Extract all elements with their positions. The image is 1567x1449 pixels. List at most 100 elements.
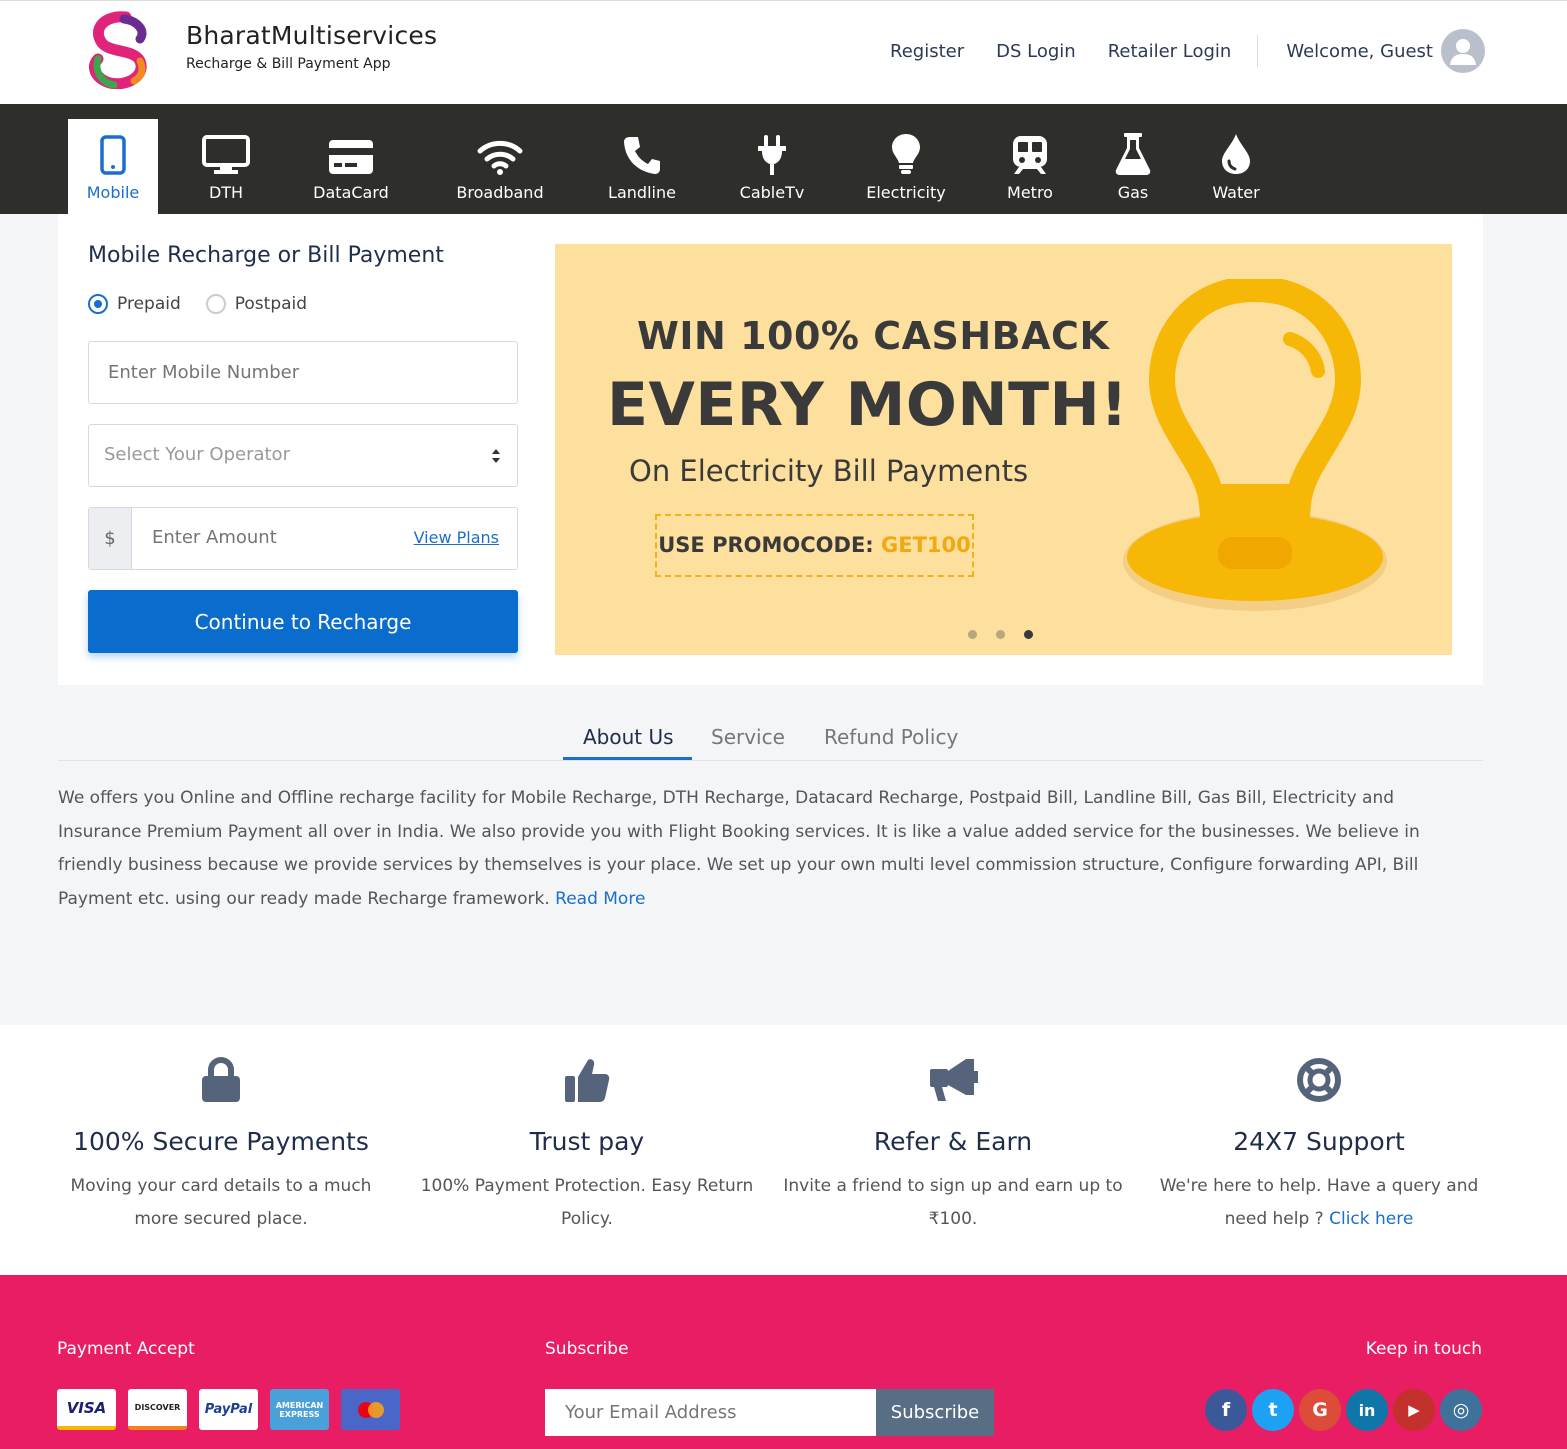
service-label: DTH — [208, 183, 244, 202]
subscribe-form: Subscribe — [545, 1389, 994, 1436]
site-footer: Payment Accept VISA DISCOVER PayPal AMER… — [0, 1275, 1567, 1449]
email-input[interactable] — [545, 1389, 876, 1436]
brand-tagline: Recharge & Bill Payment App — [186, 56, 391, 72]
tab-service[interactable]: Service — [711, 725, 785, 749]
view-plans-link[interactable]: View Plans — [414, 528, 499, 547]
features-section: 100% Secure Payments Moving your card de… — [0, 1025, 1567, 1275]
support-click-here-link[interactable]: Click here — [1329, 1209, 1413, 1229]
banner-caption: On Electricity Bill Payments — [629, 454, 1029, 488]
carousel-dot[interactable] — [968, 630, 977, 639]
site-header: BharatMultiservices Recharge & Bill Paym… — [0, 0, 1567, 104]
service-tab-mobile[interactable]: Mobile — [68, 119, 158, 214]
feature-title: Refer & Earn — [873, 1127, 1033, 1156]
carousel-dot[interactable] — [996, 630, 1005, 639]
payment-cards: VISA DISCOVER PayPal AMERICAN EXPRESS — [57, 1389, 412, 1430]
operator-select[interactable]: Select Your Operator — [88, 424, 518, 487]
discover-card-icon: DISCOVER — [128, 1389, 187, 1430]
mastercard-icon — [341, 1389, 400, 1430]
feature-title: 100% Secure Payments — [73, 1127, 369, 1156]
service-label: Water — [1212, 183, 1260, 202]
service-tab-electricity[interactable]: Electricity — [860, 119, 952, 214]
service-label: Landline — [608, 183, 676, 202]
service-tab-broadband[interactable]: Broadband — [447, 119, 553, 214]
service-label: Electricity — [866, 183, 946, 202]
google-icon[interactable]: G — [1299, 1389, 1341, 1431]
tab-refund-policy[interactable]: Refund Policy — [824, 725, 958, 749]
twitter-icon[interactable]: t — [1252, 1389, 1294, 1431]
feature-text: Invite a friend to sign up and earn up t… — [783, 1176, 1123, 1229]
paypal-card-icon: PayPal — [199, 1389, 258, 1430]
top-nav: Register DS Login Retailer Login Welcome… — [858, 29, 1485, 73]
form-title: Mobile Recharge or Bill Payment — [88, 243, 444, 268]
payment-accept-title: Payment Accept — [57, 1339, 195, 1359]
continue-recharge-button[interactable]: Continue to Recharge — [88, 590, 518, 653]
carousel-dots — [968, 630, 1052, 639]
youtube-icon[interactable]: ▶ — [1393, 1389, 1435, 1431]
tab-about-us[interactable]: About Us — [583, 725, 674, 749]
feature-trust-pay: Trust pay 100% Payment Protection. Easy … — [404, 1055, 770, 1236]
carousel-dot-active[interactable] — [1024, 630, 1033, 639]
banner-headline: WIN 100% CASHBACK — [637, 314, 1110, 358]
currency-prefix: $ — [89, 508, 132, 569]
lock-icon — [202, 1057, 240, 1102]
feature-refer-earn: Refer & Earn Invite a friend to sign up … — [770, 1055, 1136, 1236]
brand-logo[interactable] — [84, 9, 154, 89]
service-nav: Mobile DTH DataCard Broadband Landline C… — [0, 104, 1567, 214]
service-label: DataCard — [313, 183, 389, 202]
train-icon — [1013, 136, 1047, 174]
prepaid-label[interactable]: Prepaid — [117, 294, 181, 314]
about-paragraph: We offers you Online and Offline recharg… — [58, 788, 1420, 909]
read-more-link[interactable]: Read More — [555, 889, 645, 909]
instagram-icon[interactable]: ◎ — [1440, 1389, 1482, 1431]
amount-input[interactable] — [152, 527, 392, 548]
ds-login-link[interactable]: DS Login — [996, 41, 1076, 62]
promo-banner[interactable]: WIN 100% CASHBACK EVERY MONTH! On Electr… — [555, 244, 1452, 655]
feature-title: Trust pay — [529, 1127, 645, 1156]
prepaid-radio[interactable] — [88, 294, 108, 314]
welcome-text[interactable]: Welcome, Guest — [1286, 41, 1433, 62]
subscribe-button[interactable]: Subscribe — [876, 1389, 994, 1436]
plan-type-radios: Prepaid Postpaid — [88, 294, 332, 314]
operator-select-value: Select Your Operator — [104, 444, 290, 465]
service-label: Broadband — [456, 183, 544, 202]
service-tab-dth[interactable]: DTH — [181, 119, 271, 214]
active-tab-indicator — [563, 757, 692, 760]
register-link[interactable]: Register — [890, 41, 964, 62]
about-text: We offers you Online and Offline recharg… — [58, 782, 1458, 916]
mobile-number-field — [88, 341, 518, 404]
feature-text: We're here to help. Have a query and nee… — [1136, 1170, 1502, 1236]
service-tab-landline[interactable]: Landline — [597, 119, 687, 214]
retailer-login-link[interactable]: Retailer Login — [1108, 41, 1232, 62]
service-tab-cabletv[interactable]: CableTv — [727, 119, 817, 214]
droplet-icon — [1222, 134, 1250, 174]
postpaid-label[interactable]: Postpaid — [235, 294, 307, 314]
linkedin-icon[interactable]: in — [1346, 1389, 1388, 1431]
service-tab-water[interactable]: Water — [1200, 119, 1272, 214]
postpaid-radio[interactable] — [205, 294, 226, 314]
social-links: f t G in ▶ ◎ — [1200, 1389, 1482, 1431]
facebook-icon[interactable]: f — [1205, 1389, 1247, 1431]
wifi-icon — [477, 140, 523, 175]
amex-card-icon: AMERICAN EXPRESS — [270, 1389, 329, 1430]
feature-secure-payments: 100% Secure Payments Moving your card de… — [38, 1055, 404, 1236]
service-label: Metro — [1007, 183, 1053, 202]
phone-icon — [624, 137, 660, 174]
service-tab-datacard[interactable]: DataCard — [301, 119, 401, 214]
mobile-number-input[interactable] — [89, 342, 517, 403]
feature-support: 24X7 Support We're here to help. Have a … — [1136, 1055, 1502, 1236]
user-avatar-icon[interactable] — [1441, 29, 1485, 73]
service-label: Gas — [1117, 183, 1149, 202]
service-label: Mobile — [86, 183, 140, 202]
mobile-icon — [100, 135, 126, 175]
nav-divider — [1257, 35, 1259, 67]
service-tab-gas[interactable]: Gas — [1100, 119, 1166, 214]
brand-name[interactable]: BharatMultiservices — [186, 21, 437, 50]
visa-card-icon: VISA — [57, 1389, 116, 1430]
service-tab-metro[interactable]: Metro — [990, 119, 1070, 214]
info-tabs: About Us Service Refund Policy — [58, 713, 1483, 761]
amount-field: $ View Plans — [88, 507, 518, 570]
keep-in-touch-title: Keep in touch — [1365, 1339, 1482, 1359]
plug-icon — [758, 135, 786, 175]
promo-label: USE PROMOCODE: — [658, 533, 881, 557]
megaphone-icon — [930, 1059, 978, 1101]
